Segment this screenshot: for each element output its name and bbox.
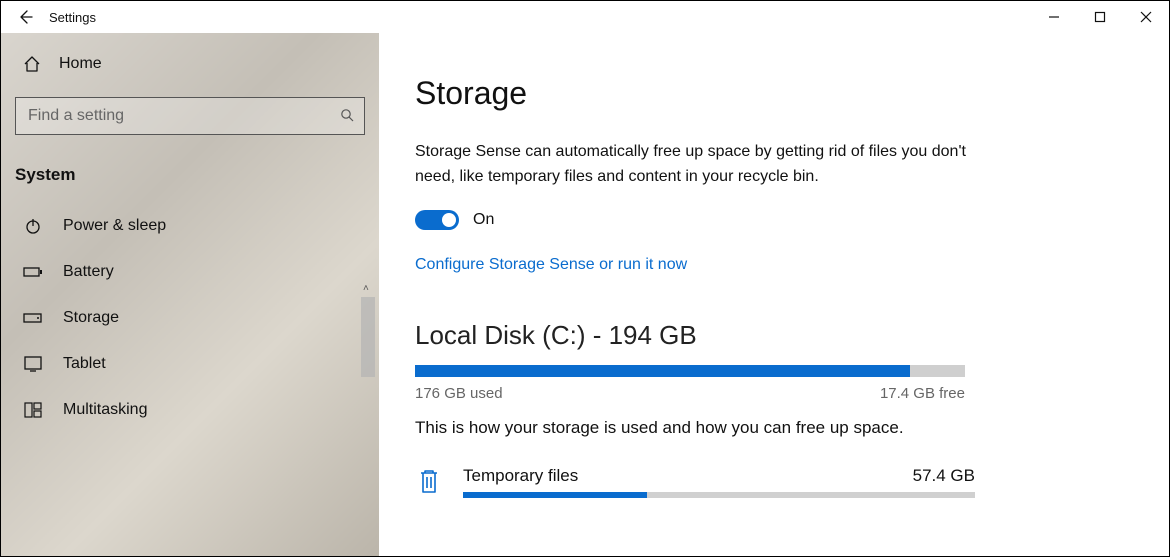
sidebar-home[interactable]: Home: [1, 41, 379, 91]
back-button[interactable]: [1, 1, 49, 33]
window-title: Settings: [49, 10, 96, 25]
power-icon: [23, 217, 43, 235]
search-icon: [340, 108, 354, 125]
storage-sense-description: Storage Sense can automatically free up …: [415, 140, 975, 190]
sidebar-item-label: Tablet: [63, 355, 106, 373]
configure-storage-sense-link[interactable]: Configure Storage Sense or run it now: [415, 256, 687, 274]
sidebar-item-battery[interactable]: Battery: [1, 249, 379, 295]
sidebar: Home System Power & sleep Battery: [1, 33, 379, 556]
home-icon: [23, 55, 41, 73]
maximize-button[interactable]: [1077, 1, 1123, 33]
close-icon: [1140, 11, 1152, 23]
disk-title: Local Disk (C:) - 194 GB: [415, 320, 1147, 351]
usage-description: This is how your storage is used and how…: [415, 418, 1147, 438]
sidebar-item-storage[interactable]: Storage: [1, 295, 379, 341]
category-temporary-files[interactable]: Temporary files 57.4 GB: [415, 466, 975, 498]
close-button[interactable]: [1123, 1, 1169, 33]
category-bar: [463, 492, 975, 498]
storage-icon: [23, 311, 43, 325]
search-input[interactable]: [15, 97, 365, 135]
page-title: Storage: [415, 75, 1147, 112]
trash-icon: [415, 466, 443, 494]
titlebar: Settings: [1, 1, 1169, 33]
back-arrow-icon: [17, 9, 33, 25]
sidebar-item-power-sleep[interactable]: Power & sleep: [1, 203, 379, 249]
sidebar-item-multitasking[interactable]: Multitasking: [1, 387, 379, 433]
sidebar-item-label: Multitasking: [63, 401, 147, 419]
sidebar-item-tablet[interactable]: Tablet: [1, 341, 379, 387]
scroll-up-icon: ˄: [363, 283, 369, 294]
search-field[interactable]: [28, 107, 340, 125]
sidebar-item-label: Storage: [63, 309, 119, 327]
maximize-icon: [1094, 11, 1106, 23]
disk-usage-bar: [415, 365, 965, 377]
disk-free-label: 17.4 GB free: [880, 385, 965, 402]
battery-icon: [23, 265, 43, 279]
category-size: 57.4 GB: [913, 466, 975, 486]
storage-sense-toggle[interactable]: [415, 210, 459, 230]
toggle-state-label: On: [473, 211, 494, 229]
scrollbar-thumb[interactable]: [361, 297, 375, 377]
multitask-icon: [23, 402, 43, 418]
sidebar-home-label: Home: [59, 55, 102, 73]
sidebar-group-title: System: [1, 149, 379, 203]
category-name: Temporary files: [463, 466, 578, 486]
minimize-button[interactable]: [1031, 1, 1077, 33]
minimize-icon: [1048, 11, 1060, 23]
sidebar-scrollbar[interactable]: ˄: [361, 283, 375, 556]
disk-usage-fill: [415, 365, 910, 377]
tablet-icon: [23, 356, 43, 372]
disk-used-label: 176 GB used: [415, 385, 503, 402]
main-content: Storage Storage Sense can automatically …: [379, 33, 1169, 556]
sidebar-item-label: Battery: [63, 263, 114, 281]
sidebar-item-label: Power & sleep: [63, 217, 166, 235]
